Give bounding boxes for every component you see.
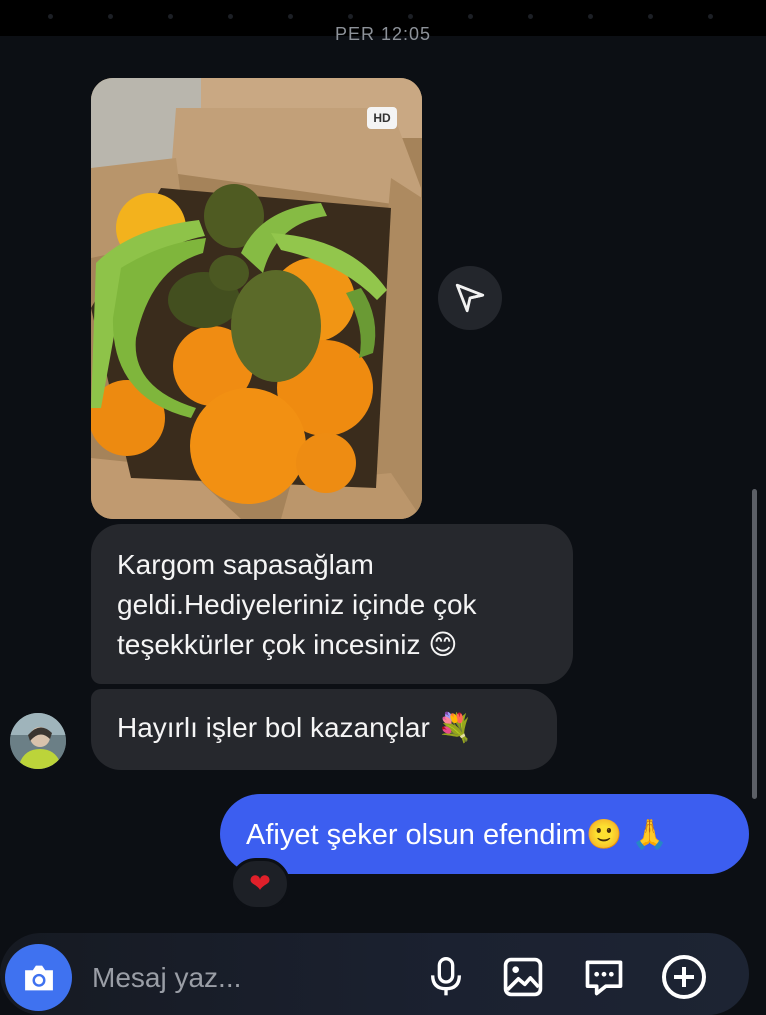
plus-circle-icon <box>662 955 706 999</box>
message-text: Hayırlı işler bol kazançlar <box>117 712 430 743</box>
status-dot <box>348 14 353 19</box>
bouquet-emoji: 💐 <box>437 711 473 744</box>
status-dot <box>648 14 653 19</box>
status-dot <box>408 14 413 19</box>
paper-plane-icon <box>455 283 485 313</box>
camera-button[interactable] <box>5 944 72 1011</box>
message-text: Kargom sapasağlam geldi.Hediyeleriniz iç… <box>117 549 477 660</box>
scrollbar[interactable] <box>752 489 757 799</box>
fruit-box-photo <box>91 78 422 519</box>
heart-icon: ❤ <box>249 869 271 899</box>
sticker-chat-button[interactable] <box>579 952 629 1002</box>
share-button[interactable] <box>438 266 502 330</box>
outgoing-message[interactable]: Afiyet şeker olsun efendim🙂 🙏 <box>220 794 749 874</box>
message-input[interactable] <box>92 958 392 998</box>
gallery-button[interactable] <box>498 952 548 1002</box>
status-dot <box>468 14 473 19</box>
status-dot <box>228 14 233 19</box>
message-timestamp: PER 12:05 <box>334 24 432 40</box>
message-text: Afiyet şeker olsun efendim <box>246 819 587 851</box>
incoming-message[interactable]: Kargom sapasağlam geldi.Hediyeleriniz iç… <box>91 524 573 684</box>
smiling-emoji: 😊 <box>428 628 458 661</box>
status-dot <box>528 14 533 19</box>
camera-icon <box>24 965 53 990</box>
status-dot <box>48 14 53 19</box>
microphone-button[interactable] <box>421 952 471 1002</box>
status-dot <box>168 14 173 19</box>
image-icon <box>503 957 543 997</box>
avatar-image <box>10 713 66 769</box>
status-dot <box>708 14 713 19</box>
status-dot <box>288 14 293 19</box>
photo-message[interactable]: HD <box>91 78 422 519</box>
heart-reaction[interactable]: ❤ <box>230 858 290 910</box>
microphone-icon <box>431 957 461 996</box>
incoming-message[interactable]: Hayırlı işler bol kazançlar 💐 <box>91 689 557 770</box>
status-dot <box>108 14 113 19</box>
status-dot <box>588 14 593 19</box>
chat-bubble-icon <box>585 960 623 996</box>
hd-badge: HD <box>367 107 397 129</box>
smile-pray-emoji: 🙂 🙏 <box>586 817 668 851</box>
avatar[interactable] <box>10 713 66 769</box>
add-button[interactable] <box>659 952 709 1002</box>
